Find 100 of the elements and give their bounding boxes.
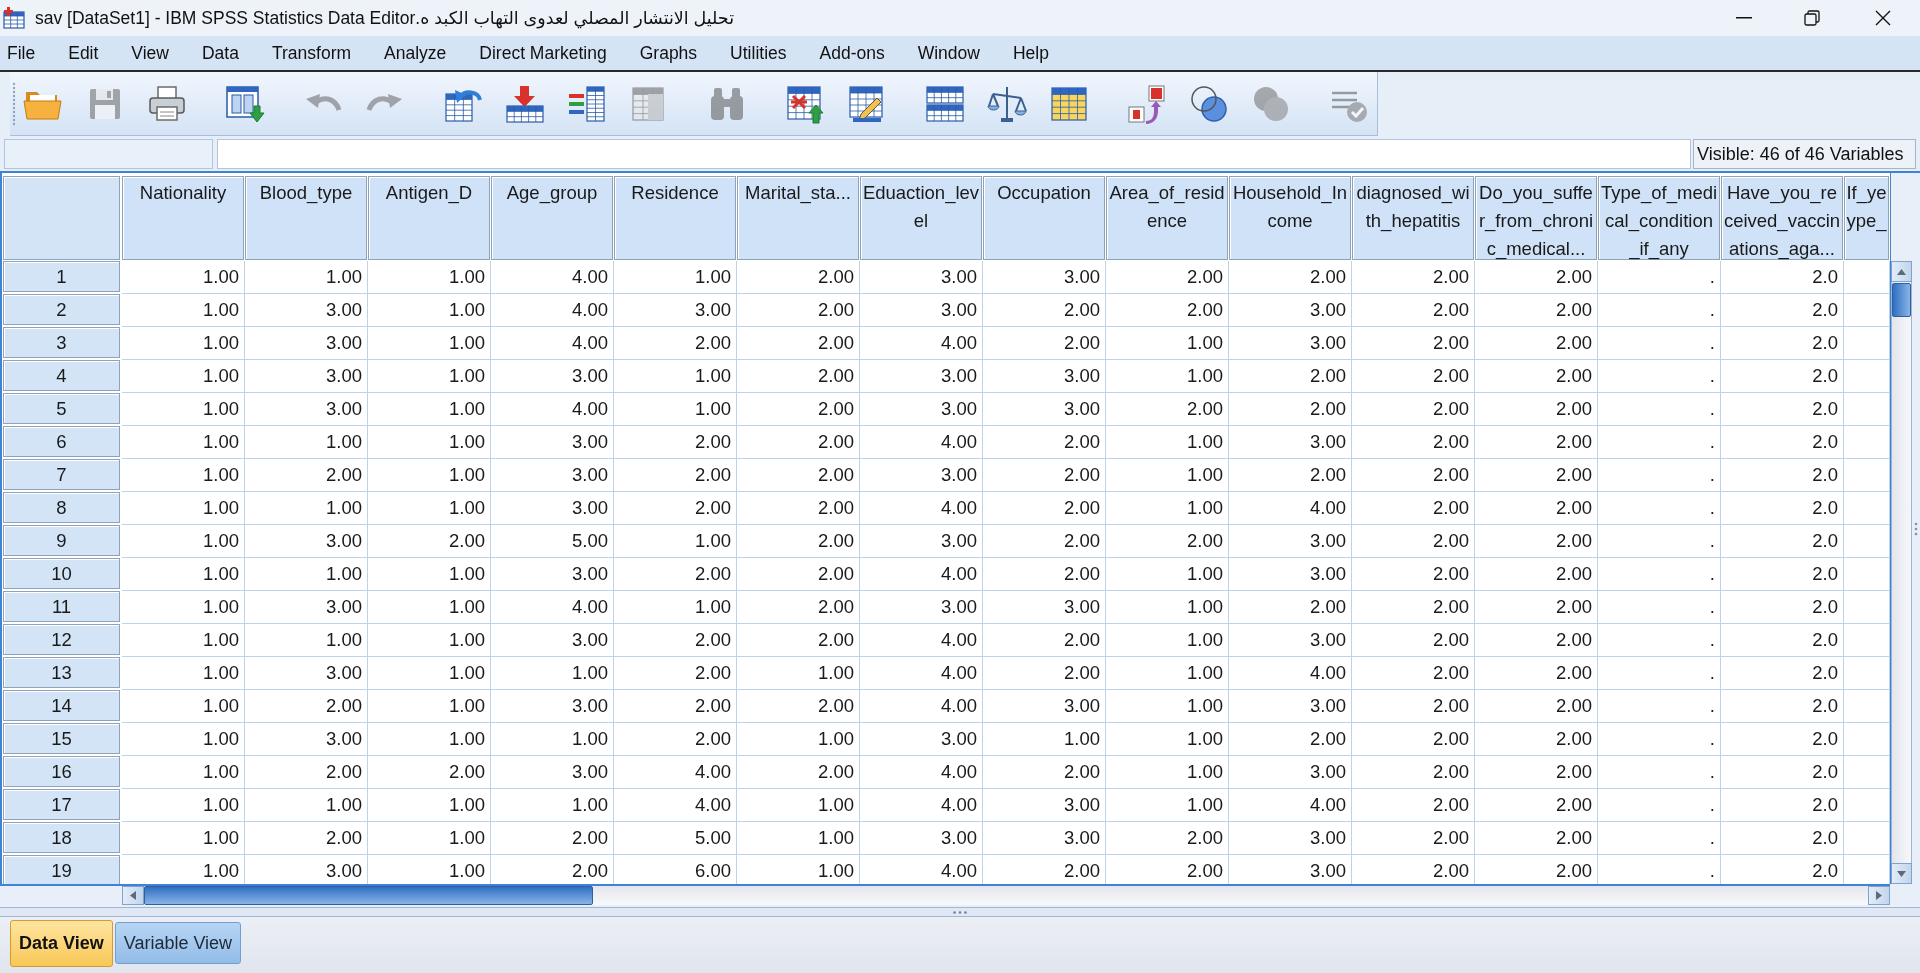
- table-cell: .: [1598, 657, 1721, 690]
- table-cell: 2.00: [1352, 789, 1475, 822]
- row-number[interactable]: 17: [3, 789, 120, 820]
- cell-name-field[interactable]: [4, 138, 213, 169]
- table-cell: 4.00: [860, 657, 983, 690]
- view-tab[interactable]: Variable View: [114, 922, 242, 964]
- row-number[interactable]: 3: [3, 327, 120, 358]
- table-cell: 3.00: [983, 393, 1106, 426]
- scroll-right-button[interactable]: [1868, 886, 1890, 905]
- table-cell: 4.00: [1229, 492, 1352, 525]
- row-number[interactable]: 12: [3, 624, 120, 655]
- cell-value-field[interactable]: [217, 138, 1691, 169]
- menu-item[interactable]: Help: [1012, 42, 1049, 64]
- minimize-icon[interactable]: [1736, 17, 1752, 19]
- table-cell: 1.00: [122, 558, 245, 591]
- row-number[interactable]: 9: [3, 525, 120, 556]
- column-header[interactable]: Nationality: [122, 176, 244, 260]
- menu-item[interactable]: Add-ons: [819, 42, 885, 64]
- table-star-icon[interactable]: [785, 83, 825, 124]
- menu-item[interactable]: Direct Marketing: [479, 42, 607, 64]
- row-number[interactable]: 1: [3, 261, 120, 292]
- scroll-left-button[interactable]: [122, 886, 144, 905]
- restore-icon[interactable]: [1804, 10, 1820, 26]
- table-cell: 4.00: [1229, 789, 1352, 822]
- table-cell: 1.00: [1106, 723, 1229, 756]
- grip-icon[interactable]: [12, 81, 16, 126]
- column-header[interactable]: Marital_sta...: [737, 176, 859, 260]
- table-cell: 2.00: [1352, 294, 1475, 327]
- row-number[interactable]: 13: [3, 657, 120, 688]
- table-cell: 1.00: [737, 822, 860, 855]
- table-cell: 1.00: [368, 789, 491, 822]
- row-number[interactable]: 11: [3, 591, 120, 622]
- scrollbar-thumb[interactable]: [1892, 283, 1911, 317]
- split-table-icon[interactable]: [925, 83, 965, 124]
- table-cell: 2.00: [1106, 525, 1229, 558]
- row-number[interactable]: 5: [3, 393, 120, 424]
- menu-item[interactable]: Transform: [271, 42, 352, 64]
- printer-icon[interactable]: [147, 83, 187, 124]
- column-header[interactable]: Household_In come: [1229, 176, 1351, 260]
- menu-item[interactable]: File: [7, 42, 36, 64]
- table-cell: 3.00: [1229, 822, 1352, 855]
- column-header[interactable]: Occupation: [983, 176, 1105, 260]
- table-cell: 4.00: [1229, 657, 1352, 690]
- table-down-arrow-icon[interactable]: [505, 83, 545, 124]
- column-header[interactable]: Area_of_resid ence: [1106, 176, 1228, 260]
- menu-item[interactable]: Data: [202, 42, 239, 64]
- column-header[interactable]: If_ye ype_: [1844, 176, 1889, 260]
- table-cell: 2.00: [1352, 657, 1475, 690]
- table-cell: 2.00: [614, 657, 737, 690]
- overlapping-circles-icon[interactable]: [1189, 83, 1229, 124]
- table-cell: 2.0: [1721, 690, 1844, 723]
- table-cell: 2.0: [1721, 525, 1844, 558]
- table-cell: .: [1598, 822, 1721, 855]
- menu-item[interactable]: Window: [917, 42, 980, 64]
- menu-item[interactable]: Edit: [68, 42, 99, 64]
- table-cell: 3.00: [860, 591, 983, 624]
- row-number[interactable]: 2: [3, 294, 120, 325]
- scrollbar-thumb[interactable]: [144, 886, 593, 905]
- column-header[interactable]: Eduaction_lev el: [860, 176, 982, 260]
- menu-item[interactable]: Analyze: [384, 42, 447, 64]
- grip-icon[interactable]: [953, 910, 967, 914]
- row-number[interactable]: 6: [3, 426, 120, 457]
- labels-arrow-icon[interactable]: [1127, 83, 1167, 124]
- table-cell: 1.00: [368, 492, 491, 525]
- column-header[interactable]: Do_you_suffe r_from_chroni c_medical...: [1475, 176, 1597, 260]
- row-number[interactable]: 15: [3, 723, 120, 754]
- column-header[interactable]: Residence: [614, 176, 736, 260]
- table-cell: 1.00: [122, 261, 245, 294]
- row-number[interactable]: 4: [3, 360, 120, 391]
- menu-item[interactable]: Graphs: [639, 42, 698, 64]
- menu-item[interactable]: View: [131, 42, 169, 64]
- scroll-down-button[interactable]: [1891, 863, 1912, 884]
- column-header[interactable]: Blood_type: [245, 176, 367, 260]
- row-number[interactable]: 14: [3, 690, 120, 721]
- scroll-up-button[interactable]: [1891, 261, 1912, 282]
- row-number[interactable]: 18: [3, 822, 120, 853]
- menu-item[interactable]: Utilities: [730, 42, 787, 64]
- dialog-arrow-icon[interactable]: [225, 83, 265, 124]
- variable-list-icon[interactable]: [567, 83, 607, 124]
- row-number[interactable]: 10: [3, 558, 120, 589]
- column-header[interactable]: Type_of_medi cal_condition _if_any: [1598, 176, 1720, 260]
- table-cell: 1.00: [245, 558, 368, 591]
- row-number[interactable]: 19: [3, 855, 120, 884]
- column-header[interactable]: diagnosed_wi th_hepatitis: [1352, 176, 1474, 260]
- close-icon[interactable]: [1875, 10, 1891, 26]
- row-number[interactable]: 16: [3, 756, 120, 787]
- view-tab[interactable]: Data View: [10, 920, 113, 967]
- table-cell: 4.00: [491, 393, 614, 426]
- table-cell: 1.00: [122, 723, 245, 756]
- column-header[interactable]: Age_group: [491, 176, 613, 260]
- row-number[interactable]: 8: [3, 492, 120, 523]
- column-header[interactable]: Antigen_D: [368, 176, 490, 260]
- grip-icon[interactable]: [1914, 521, 1918, 536]
- column-header[interactable]: Have_you_re ceived_vaccin ations_aga...: [1721, 176, 1843, 260]
- table-cell: .: [1598, 393, 1721, 426]
- table-cell: 3.00: [860, 525, 983, 558]
- table-cell: 2.00: [737, 756, 860, 789]
- row-number[interactable]: 7: [3, 459, 120, 490]
- table-cell: 1.00: [122, 822, 245, 855]
- table-cell: 2.0: [1721, 558, 1844, 591]
